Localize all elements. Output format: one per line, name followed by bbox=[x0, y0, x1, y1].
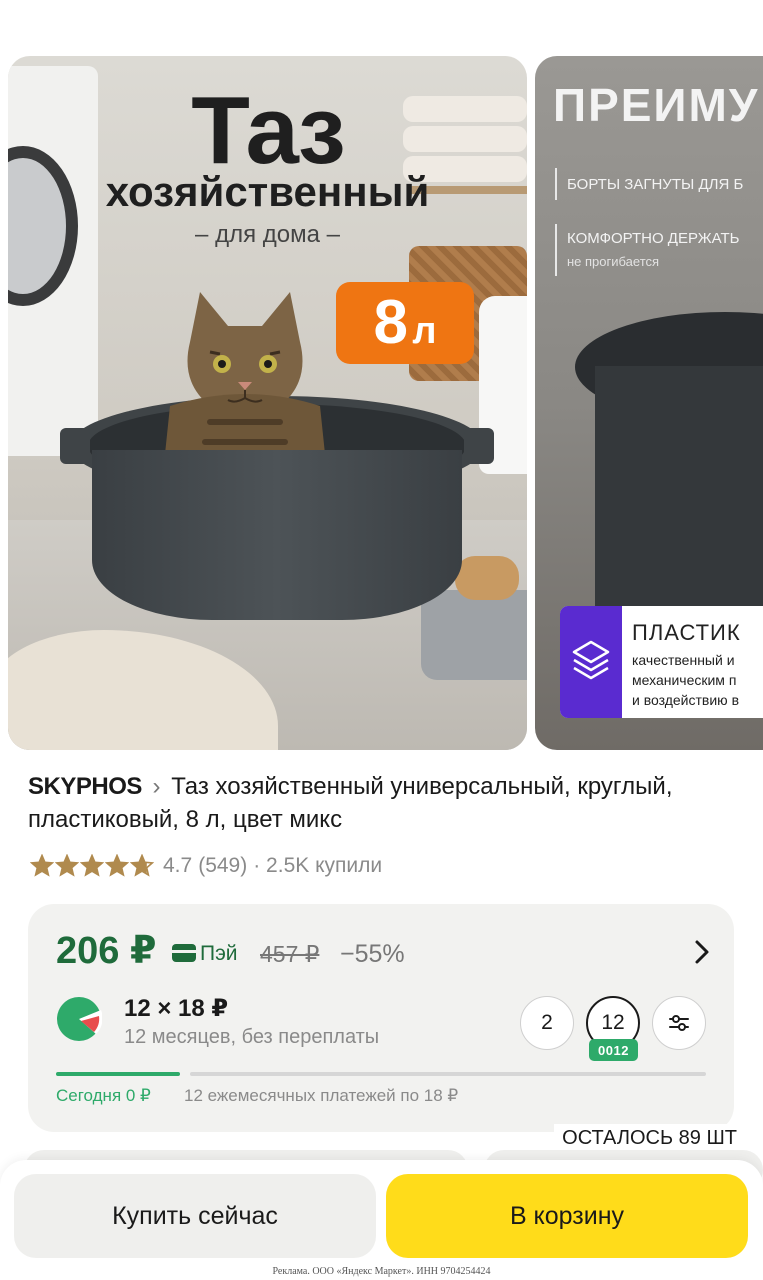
material-card: ПЛАСТИК качественный и механическим п и … bbox=[560, 606, 763, 718]
installment-option-2[interactable]: 2 bbox=[520, 996, 574, 1050]
rating-stars bbox=[30, 854, 155, 878]
add-to-cart-button[interactable]: В корзину bbox=[386, 1174, 748, 1258]
basin-handle-image bbox=[60, 428, 90, 464]
installment-progress-paid bbox=[56, 1072, 180, 1076]
rating-summary[interactable]: 4.7 (549) · 2.5K купили bbox=[30, 851, 388, 881]
promo-tagline: – для дома – bbox=[195, 221, 340, 248]
installment-amount: 12 × 18 ₽ bbox=[124, 995, 229, 1022]
divider bbox=[555, 168, 557, 200]
today-payment: Сегодня 0 ₽ bbox=[56, 1086, 151, 1105]
material-card-text: и воздействию в bbox=[632, 692, 740, 708]
installment-description: 12 месяцев, без переплаты bbox=[124, 1026, 380, 1048]
bottom-action-bar: Купить сейчас В корзину Реклама. ООО «Ян… bbox=[0, 1160, 763, 1280]
card-icon bbox=[172, 944, 196, 962]
chevron-right-icon: › bbox=[152, 773, 161, 800]
feature-text: КОМФОРТНО ДЕРЖАТЬ bbox=[567, 230, 740, 247]
sliders-icon[interactable] bbox=[652, 996, 706, 1050]
slide-title: ПРЕИМУ bbox=[553, 79, 760, 131]
material-card-title: ПЛАСТИК bbox=[632, 620, 741, 645]
chevron-right-icon[interactable] bbox=[694, 938, 710, 972]
volume-number: 8 bbox=[373, 288, 408, 357]
basin-handle-image bbox=[464, 428, 494, 464]
installment-code-badge: 0012 bbox=[589, 1039, 638, 1061]
product-gallery[interactable]: Таз хозяйственный – для дома – 8 л ПРЕИМ… bbox=[0, 56, 763, 750]
ad-disclaimer: Реклама. ООО «Яндекс Маркет». ИНН 970425… bbox=[272, 1266, 491, 1277]
star-icon bbox=[80, 854, 104, 877]
layers-icon bbox=[560, 606, 622, 718]
brush-image bbox=[455, 556, 519, 600]
old-price: 457 ₽ bbox=[260, 941, 320, 967]
feature-text: БОРТЫ ЗАГНУТЫ ДЛЯ Б bbox=[567, 176, 744, 193]
split-logo-icon bbox=[57, 997, 102, 1041]
review-count[interactable]: (549) bbox=[198, 854, 247, 878]
price-card[interactable]: 206 ₽ Пэй 457 ₽ −55% 12 × 18 ₽ 12 месяце… bbox=[28, 904, 734, 1132]
current-price: 206 ₽ bbox=[56, 930, 157, 972]
gallery-slide-2[interactable]: ПРЕИМУ БОРТЫ ЗАГНУТЫ ДЛЯ Б КОМФОРТНО ДЕР… bbox=[535, 56, 763, 750]
feature-subtext: не прогибается bbox=[567, 254, 660, 269]
folded-towel-image bbox=[421, 590, 527, 680]
promo-subtitle: хозяйственный bbox=[105, 168, 430, 215]
divider bbox=[555, 224, 557, 276]
star-icon bbox=[30, 854, 54, 877]
basin-body-image bbox=[92, 450, 462, 620]
star-icon bbox=[130, 854, 154, 877]
volume-badge: 8 л bbox=[336, 282, 474, 364]
star-icon bbox=[55, 854, 79, 877]
rating-value: 4.7 bbox=[163, 854, 193, 877]
payment-schedule: 12 ежемесячных платежей по 18 ₽ bbox=[184, 1086, 459, 1105]
discount-percent: −55% bbox=[340, 940, 405, 968]
product-title: SKYPHOS › Таз хозяйственный универсальны… bbox=[28, 770, 738, 836]
buy-now-button[interactable]: Купить сейчас bbox=[14, 1174, 376, 1258]
brand-link[interactable]: SKYPHOS bbox=[28, 773, 142, 800]
basin-body-image bbox=[595, 366, 763, 606]
volume-unit: л bbox=[412, 310, 437, 352]
installment-progress-remaining bbox=[190, 1072, 706, 1076]
material-card-text: механическим п bbox=[632, 672, 737, 688]
star-icon bbox=[105, 854, 129, 877]
material-card-text: качественный и bbox=[632, 652, 735, 668]
purchase-count: · 2.5K купили bbox=[253, 854, 383, 877]
gallery-slide-1[interactable]: Таз хозяйственный – для дома – 8 л bbox=[8, 56, 527, 750]
stock-remaining: ОСТАЛОСЬ 89 ШТ bbox=[554, 1124, 745, 1152]
pay-label: Пэй bbox=[200, 942, 238, 965]
